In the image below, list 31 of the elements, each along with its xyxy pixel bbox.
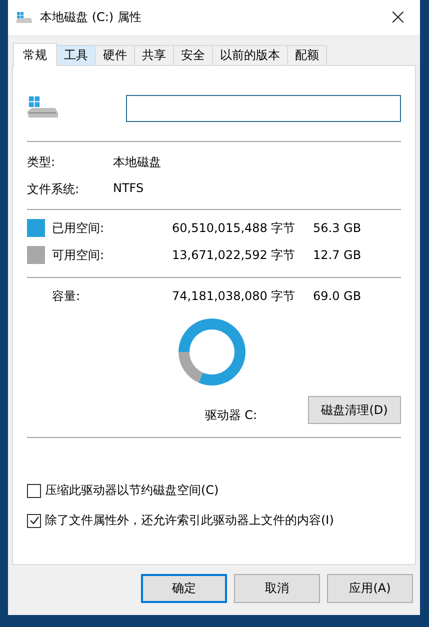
byte-count: 60,510,015,488 字节 — [172, 220, 296, 236]
byte-count: 74,181,038,080 字节 — [172, 288, 296, 304]
checkbox-label: 除了文件属性外，还允许索引此驱动器上文件的内容(I) — [45, 512, 334, 529]
property-value: 本地磁盘 — [113, 154, 161, 169]
space-label: 可用空间: — [52, 246, 106, 264]
size-value: 12.7 GB — [313, 248, 362, 262]
drive-label: 驱动器 C: — [204, 407, 257, 424]
dialog-button[interactable]: 取消 — [234, 574, 320, 603]
size-value: 56.3 GB — [313, 221, 362, 235]
dialog-button[interactable]: 确定 — [141, 574, 227, 603]
disk-cleanup-button[interactable]: 磁盘清理(D) — [308, 396, 401, 424]
property-value: NTFS — [113, 181, 144, 196]
space-label: 已用空间: — [52, 220, 106, 236]
tab[interactable]: 硬件 — [95, 45, 135, 65]
size-value: 69.0 GB — [313, 289, 362, 303]
drive-icon — [27, 96, 58, 120]
checkbox-label: 压缩此驱动器以节约磁盘空间(C) — [45, 482, 219, 499]
close-button[interactable]: × — [376, 0, 420, 35]
checkbox[interactable] — [27, 484, 41, 498]
dialog-button[interactable]: 应用(A) — [327, 574, 413, 603]
tab[interactable]: 常规 — [13, 43, 57, 66]
name-field[interactable] — [126, 94, 401, 122]
tab[interactable]: 配额 — [287, 45, 327, 65]
checkbox[interactable] — [27, 514, 41, 528]
capacity-label: 容量: — [52, 288, 82, 304]
byte-count: 13,671,022,592 字节 — [172, 246, 296, 264]
property-label: 类型: — [27, 154, 56, 169]
property-label: 文件系统: — [27, 181, 80, 196]
tab[interactable]: 工具 — [56, 45, 96, 65]
drive-icon — [16, 12, 32, 24]
window-title: 本地磁盘 (C:) 属性 — [40, 9, 142, 26]
